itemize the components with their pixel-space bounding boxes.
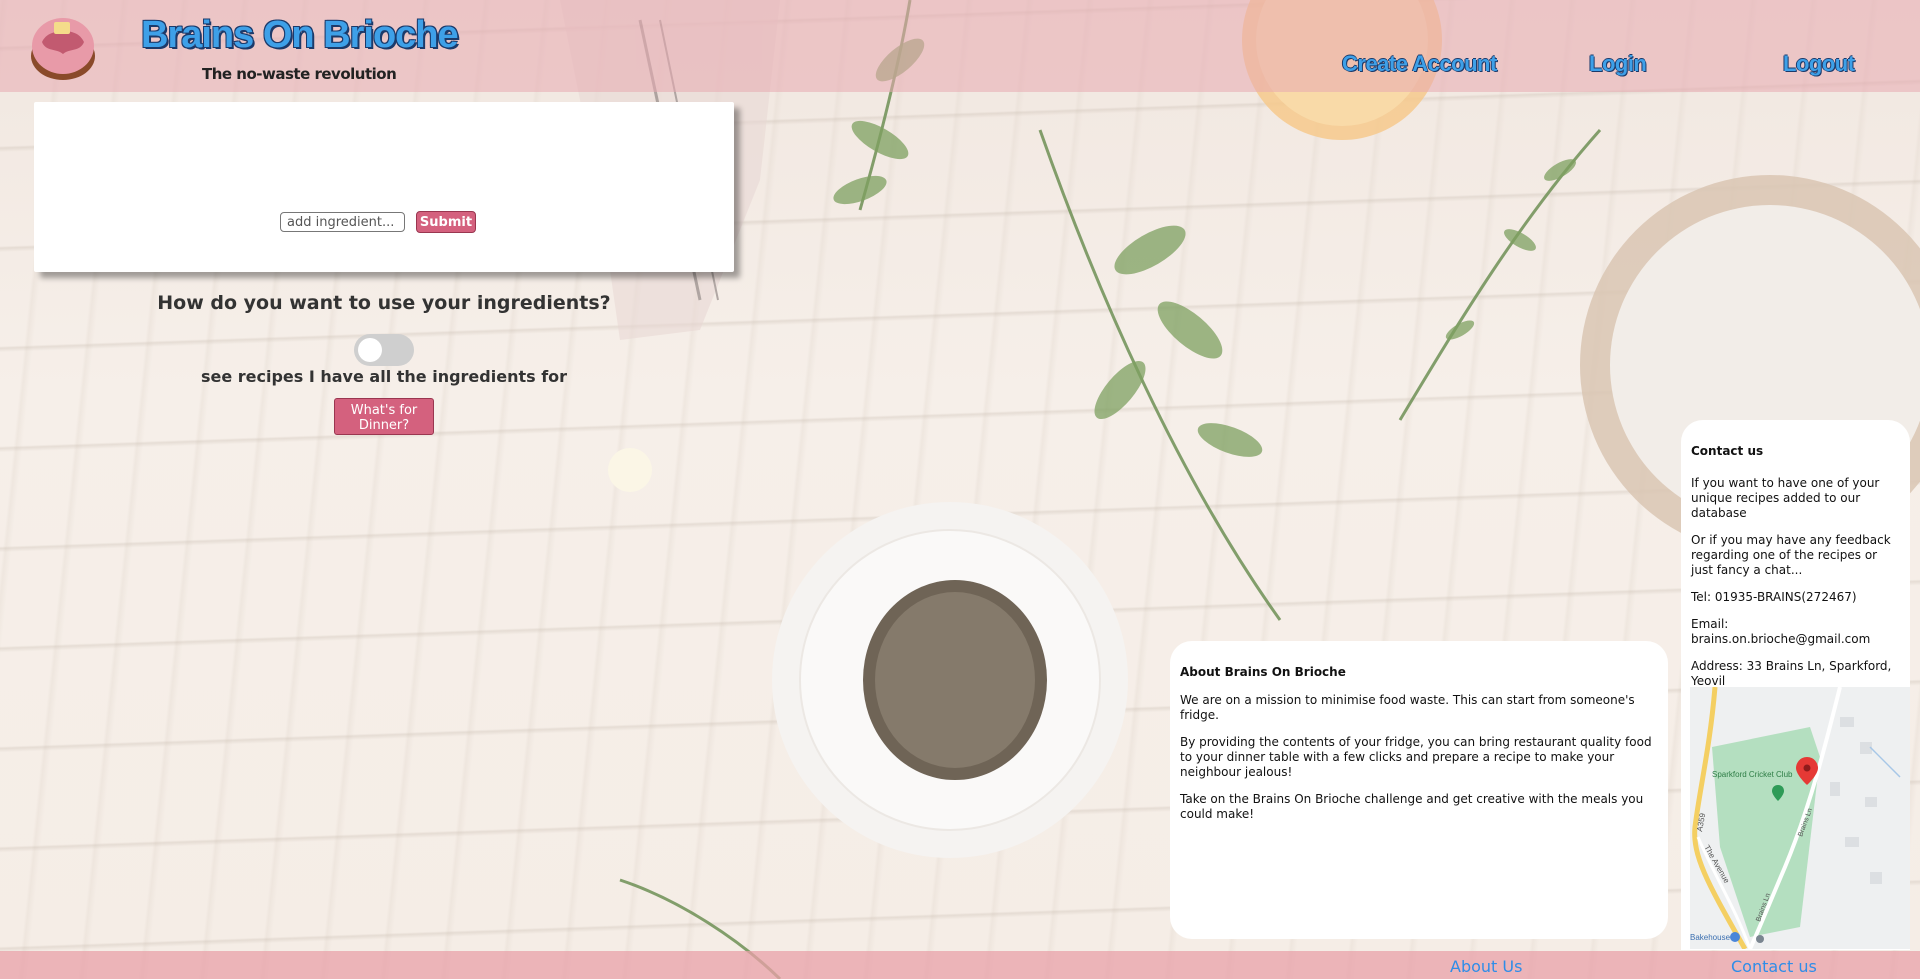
create-account-link[interactable]: Create Account — [1342, 51, 1497, 77]
submit-button[interactable]: Submit — [416, 211, 476, 233]
location-map[interactable]: Sparkford Cricket Club A359 The Avenue B… — [1690, 687, 1910, 949]
brioche-logo[interactable] — [30, 12, 96, 82]
about-paragraph: Take on the Brains On Brioche challenge … — [1180, 792, 1644, 821]
site-title[interactable]: Brains On Brioche — [141, 14, 459, 57]
flower-decoration — [608, 448, 652, 492]
map-label-cricket-club: Sparkford Cricket Club — [1712, 770, 1793, 779]
map-label-bakehouse: Bakehouse — [1690, 933, 1731, 942]
about-card: About Brains On Brioche We are on a miss… — [1170, 641, 1668, 939]
site-footer: About Us Contact us — [0, 951, 1920, 979]
about-paragraph: We are on a mission to minimise food was… — [1180, 693, 1635, 722]
contact-title: Contact us — [1691, 444, 1764, 458]
contact-address: Address: 33 Brains Ln, Sparkford, Yeovil — [1691, 659, 1892, 688]
toggle-label: see recipes I have all the ingredients f… — [200, 367, 568, 386]
site-header: Brains On Brioche The no-waste revolutio… — [0, 0, 1920, 92]
leaf-cluster-decoration — [833, 38, 1576, 457]
usage-heading: How do you want to use your ingredients? — [157, 292, 611, 314]
ingredient-input[interactable] — [280, 212, 405, 232]
contact-paragraph: If you want to have one of your unique r… — [1691, 476, 1880, 520]
logout-link[interactable]: Logout — [1783, 51, 1855, 77]
contact-email: Email: brains.on.brioche@gmail.com — [1691, 617, 1871, 646]
all-ingredients-toggle[interactable] — [354, 334, 414, 366]
ingredient-card: Submit — [34, 102, 734, 272]
about-us-link[interactable]: About Us — [1450, 957, 1522, 976]
map-bakehouse-marker-icon — [1730, 932, 1740, 942]
contact-us-link[interactable]: Contact us — [1731, 957, 1817, 976]
contact-paragraph: Or if you may have any feedback regardin… — [1691, 533, 1891, 577]
toggle-knob — [358, 338, 382, 362]
contact-phone: Tel: 01935-BRAINS(272467) — [1691, 590, 1857, 604]
lavender-bowl-decoration — [772, 502, 1128, 858]
map-poi-marker-icon — [1756, 935, 1764, 943]
about-title: About Brains On Brioche — [1180, 665, 1346, 679]
site-tagline: The no-waste revolution — [202, 65, 397, 83]
whats-for-dinner-button[interactable]: What's for Dinner? — [334, 398, 434, 435]
about-paragraph: By providing the contents of your fridge… — [1180, 735, 1652, 779]
login-link[interactable]: Login — [1589, 51, 1647, 77]
